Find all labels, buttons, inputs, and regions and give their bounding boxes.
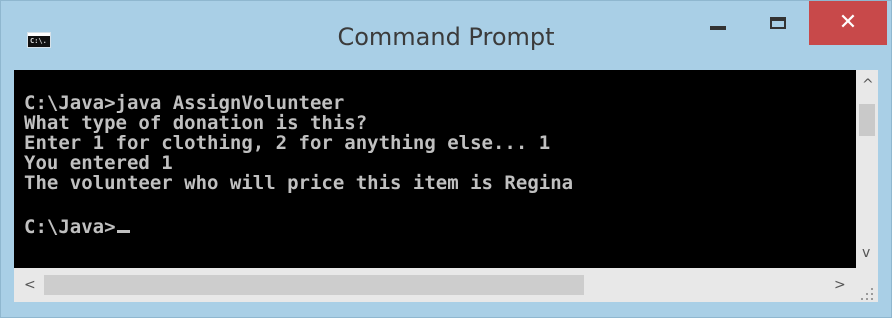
scroll-left-icon[interactable]: < bbox=[24, 278, 36, 292]
console-line: You entered 1 bbox=[24, 152, 173, 174]
grip-dot bbox=[866, 293, 868, 295]
console-output[interactable]: C:\Java>java AssignVolunteer What type o… bbox=[14, 70, 856, 268]
minimize-icon bbox=[710, 26, 726, 30]
prompt-text: C:\Java> bbox=[24, 216, 116, 238]
text-cursor bbox=[116, 230, 130, 233]
grip-dot bbox=[871, 288, 873, 290]
vertical-scrollbar[interactable]: ^ v bbox=[856, 70, 878, 268]
maximize-icon bbox=[770, 17, 786, 29]
scroll-right-icon[interactable]: > bbox=[834, 278, 846, 292]
scroll-down-icon[interactable]: v bbox=[862, 246, 870, 260]
title-bar[interactable]: C:\. Command Prompt ✕ bbox=[1, 1, 891, 59]
console-line: The volunteer who will price this item i… bbox=[24, 172, 574, 194]
console-line: C:\Java>java AssignVolunteer bbox=[24, 92, 345, 114]
close-icon: ✕ bbox=[838, 10, 858, 35]
scroll-up-icon[interactable]: ^ bbox=[862, 78, 874, 92]
console-line: Enter 1 for clothing, 2 for anything els… bbox=[24, 132, 551, 154]
grip-dot bbox=[861, 298, 863, 300]
vertical-scroll-thumb[interactable] bbox=[859, 104, 875, 136]
close-button[interactable]: ✕ bbox=[809, 1, 887, 45]
grip-dot bbox=[866, 298, 868, 300]
maximize-button[interactable] bbox=[749, 1, 807, 45]
horizontal-scroll-thumb[interactable] bbox=[44, 275, 584, 295]
resize-grip-icon[interactable] bbox=[856, 268, 878, 302]
console-line: What type of donation is this? bbox=[24, 112, 368, 134]
prompt-line[interactable]: C:\Java> bbox=[24, 218, 130, 237]
grip-dot bbox=[871, 298, 873, 300]
grip-dot bbox=[871, 293, 873, 295]
horizontal-scrollbar[interactable]: < > bbox=[14, 268, 856, 302]
minimize-button[interactable] bbox=[689, 1, 747, 45]
